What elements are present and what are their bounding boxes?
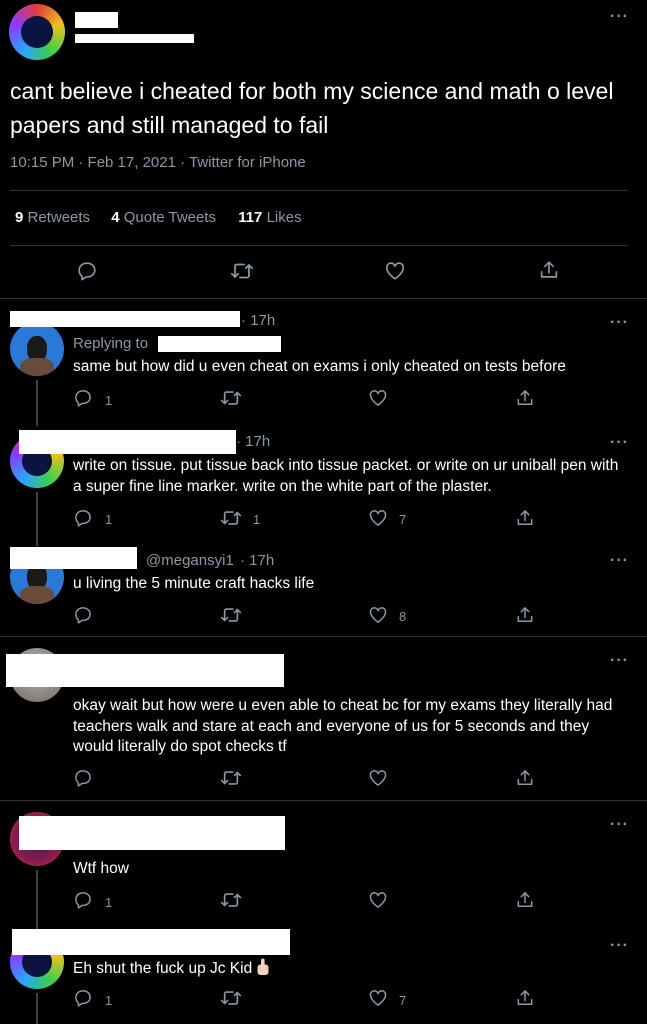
reply-time: · 17h — [241, 312, 276, 329]
replying-to-label: Replying to — [73, 335, 149, 352]
retweet-icon[interactable] — [220, 508, 242, 528]
like-icon[interactable] — [368, 768, 388, 788]
like-icon[interactable] — [368, 988, 388, 1008]
more-icon[interactable]: ··· — [610, 315, 629, 331]
divider — [10, 245, 628, 246]
tweet-text: cant believe i cheated for both my scien… — [10, 78, 614, 138]
more-icon[interactable]: ··· — [610, 553, 629, 569]
divider — [0, 298, 647, 299]
share-icon[interactable] — [515, 988, 535, 1008]
reply-avatar[interactable] — [10, 322, 64, 376]
retweet-icon[interactable] — [220, 890, 242, 910]
author-avatar[interactable] — [9, 4, 65, 60]
more-icon[interactable]: ··· — [610, 817, 629, 833]
share-icon[interactable] — [538, 259, 560, 281]
reply-count: 1 — [105, 512, 113, 527]
like-count: 7 — [399, 993, 407, 1008]
share-icon[interactable] — [515, 890, 535, 910]
share-icon[interactable] — [515, 388, 535, 408]
user-name-redaction — [10, 311, 240, 327]
more-icon[interactable]: ··· — [610, 938, 629, 954]
divider — [0, 636, 647, 637]
user-name-redaction — [12, 929, 290, 955]
like-count: 7 — [399, 512, 407, 527]
author-handle-redaction — [75, 34, 194, 43]
reply-text-content: Eh shut the fuck up Jc Kid — [73, 960, 253, 977]
tweet-stats: 9 Retweets 4 Quote Tweets 117 Likes — [15, 209, 302, 226]
user-name-redaction — [6, 654, 284, 687]
replying-to-handle-redaction — [158, 336, 281, 352]
retweet-icon[interactable] — [220, 388, 242, 408]
like-icon[interactable] — [368, 605, 388, 625]
like-icon[interactable] — [368, 388, 388, 408]
retweet-count: 1 — [253, 512, 261, 527]
reply-text: same but how did u even cheat on exams i… — [73, 358, 566, 375]
reply-icon[interactable] — [73, 388, 93, 408]
like-icon[interactable] — [384, 260, 406, 282]
reply-icon[interactable] — [73, 988, 93, 1008]
reply-icon[interactable] — [73, 508, 93, 528]
divider — [10, 190, 628, 191]
reply-handle[interactable]: @megansyi1 — [146, 552, 234, 569]
retweet-icon[interactable] — [230, 260, 254, 282]
reply-text: write on tissue. put tissue back into ti… — [73, 457, 619, 495]
reply-icon[interactable] — [73, 768, 93, 788]
like-icon[interactable] — [368, 890, 388, 910]
reply-icon[interactable] — [73, 890, 93, 910]
middle-finger-emoji — [257, 958, 269, 975]
thread-line — [36, 380, 38, 426]
share-icon[interactable] — [515, 605, 535, 625]
reply-count: 1 — [105, 993, 113, 1008]
more-icon[interactable]: ··· — [610, 653, 629, 669]
user-name-redaction — [19, 816, 285, 850]
share-icon[interactable] — [515, 768, 535, 788]
likes-stat[interactable]: 117 Likes — [238, 209, 301, 226]
thread-line — [36, 993, 38, 1024]
thread-line — [36, 492, 38, 546]
reply-icon[interactable] — [73, 605, 93, 625]
reply-text: Wtf how — [73, 860, 129, 877]
tweet-timestamp[interactable]: 10:15 PM · Feb 17, 2021 · Twitter for iP… — [10, 154, 306, 171]
share-icon[interactable] — [515, 508, 535, 528]
more-icon[interactable]: ··· — [610, 435, 629, 451]
reply-icon[interactable] — [76, 260, 98, 282]
reply-text: okay wait but how were u even able to ch… — [73, 697, 613, 755]
quote-tweets-stat[interactable]: 4 Quote Tweets — [111, 209, 216, 226]
retweet-icon[interactable] — [220, 988, 242, 1008]
retweet-icon[interactable] — [220, 605, 242, 625]
user-name-redaction — [10, 547, 137, 569]
thread-line — [36, 870, 38, 930]
author-name-redaction — [75, 12, 118, 28]
like-icon[interactable] — [368, 508, 388, 528]
retweets-stat[interactable]: 9 Retweets — [15, 209, 90, 226]
reply-text: u living the 5 minute craft hacks life — [73, 575, 315, 592]
divider — [0, 800, 647, 801]
more-icon[interactable]: ··· — [610, 9, 629, 25]
reply-count: 1 — [105, 393, 113, 408]
reply-text: Eh shut the fuck up Jc Kid — [73, 958, 628, 980]
reply-time: · 17h — [240, 552, 275, 569]
user-name-redaction — [19, 430, 236, 454]
reply-time: · 17h — [236, 433, 271, 450]
retweet-icon[interactable] — [220, 768, 242, 788]
like-count: 8 — [399, 609, 407, 624]
reply-count: 1 — [105, 895, 113, 910]
